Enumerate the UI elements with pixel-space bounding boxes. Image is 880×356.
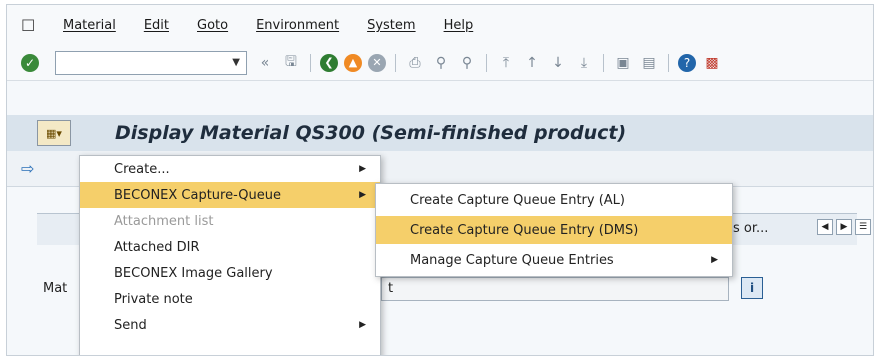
menu-item-label: Create Capture Queue Entry (DMS) <box>410 222 639 238</box>
menu-item-label: BECONEX Image Gallery <box>114 265 273 281</box>
last-page-icon[interactable]: ⤓ <box>574 53 594 73</box>
menu-system[interactable]: System <box>367 18 415 33</box>
menu-item-beconex-image-gallery[interactable]: BECONEX Image Gallery <box>80 260 380 286</box>
capture-queue-submenu: Create Capture Queue Entry (AL) Create C… <box>375 183 733 277</box>
menu-item-beconex-capture-queue[interactable]: BECONEX Capture-Queue ▶ <box>80 182 380 208</box>
tab-navigation: ◀ ▶ ☰ <box>817 219 871 235</box>
tab-scroll-left-icon[interactable]: ◀ <box>817 219 833 235</box>
menu-item-send[interactable]: Send ▶ <box>80 312 380 338</box>
gos-menu-icon[interactable]: ▦▾ <box>37 120 71 146</box>
title-bar: ▦▾ Display Material QS300 (Semi-finished… <box>7 115 873 151</box>
submenu-arrow-icon: ▶ <box>359 190 366 200</box>
command-field[interactable]: ▼ <box>55 50 247 75</box>
tab-scroll-right-icon[interactable]: ▶ <box>836 219 852 235</box>
submenu-item-create-al[interactable]: Create Capture Queue Entry (AL) <box>376 186 732 214</box>
separator <box>603 53 604 72</box>
shortcut-icon[interactable]: ▤ <box>639 53 659 73</box>
help-icon[interactable]: ? <box>678 53 696 72</box>
separator <box>668 53 669 72</box>
menu-item-private-note[interactable]: Private note <box>80 286 380 312</box>
submenu-arrow-icon: ▶ <box>359 164 366 174</box>
tab-list-icon[interactable]: ☰ <box>855 219 871 235</box>
menu-item-create[interactable]: Create... ▶ <box>80 156 380 182</box>
first-page-icon[interactable]: ⤒ <box>496 53 516 73</box>
menu-edit[interactable]: Edit <box>144 18 169 33</box>
find-icon[interactable]: ⚲ <box>431 53 451 73</box>
page-title: Display Material QS300 (Semi-finished pr… <box>115 122 627 144</box>
save-icon[interactable]: 🖫 <box>281 53 301 73</box>
menu-item-label: Create... <box>114 161 170 177</box>
separator <box>395 53 396 72</box>
submenu-item-create-dms[interactable]: Create Capture Queue Entry (DMS) <box>376 216 732 244</box>
command-field-dropdown-icon[interactable]: ▼ <box>232 57 240 68</box>
back-icon[interactable]: ❮ <box>320 53 338 72</box>
next-page-icon[interactable]: ↓ <box>548 53 568 73</box>
menu-item-label: Attachment list <box>114 213 214 229</box>
menu-bar: ☐ Material Edit Goto Environment System … <box>7 5 873 45</box>
gos-context-menu: Create... ▶ BECONEX Capture-Queue ▶ Atta… <box>79 155 381 355</box>
material-label: Mat <box>43 281 68 296</box>
collapse-icon[interactable]: « <box>255 53 275 73</box>
material-description-field[interactable]: t <box>381 277 729 301</box>
next-screen-icon[interactable]: ⇨ <box>21 159 34 178</box>
sap-window: ☐ Material Edit Goto Environment System … <box>6 4 874 356</box>
menu-item-label: Create Capture Queue Entry (AL) <box>410 192 625 208</box>
menu-item-label: Private note <box>114 291 193 307</box>
submenu-arrow-icon: ▶ <box>359 320 366 330</box>
menu-item-label: Manage Capture Queue Entries <box>410 252 614 268</box>
enter-icon[interactable]: ✓ <box>21 53 39 72</box>
find-next-icon[interactable]: ⚲ <box>457 53 477 73</box>
menu-material[interactable]: Material <box>63 18 116 33</box>
separator <box>310 53 311 72</box>
menu-item-attachment-list: Attachment list <box>80 208 380 234</box>
previous-page-icon[interactable]: ↑ <box>522 53 542 73</box>
menu-item-label: BECONEX Capture-Queue <box>114 187 281 203</box>
info-icon[interactable]: i <box>741 277 763 299</box>
menu-item-label: Attached DIR <box>114 239 200 255</box>
tab-partial-label[interactable]: s or... <box>733 221 768 236</box>
menu-help[interactable]: Help <box>444 18 474 33</box>
print-icon[interactable]: ⎙ <box>405 53 425 73</box>
standard-toolbar: ✓ ▼ « 🖫 ❮ ▲ ✕ ⎙ ⚲ ⚲ ⤒ ↑ ↓ ⤓ ▣ ▤ ? ▩ <box>7 45 873 81</box>
submenu-item-manage-entries[interactable]: Manage Capture Queue Entries ▶ <box>376 246 732 274</box>
menu-item-attached-dir[interactable]: Attached DIR <box>80 234 380 260</box>
submenu-arrow-icon: ▶ <box>711 255 718 265</box>
menu-goto[interactable]: Goto <box>197 18 228 33</box>
menu-environment[interactable]: Environment <box>256 18 339 33</box>
system-menu-icon[interactable]: ☐ <box>21 16 43 35</box>
exit-icon[interactable]: ▲ <box>344 53 362 72</box>
menu-item-label: Send <box>114 317 147 333</box>
separator <box>486 53 487 72</box>
layout-menu-icon[interactable]: ▩ <box>702 53 722 73</box>
create-session-icon[interactable]: ▣ <box>613 53 633 73</box>
cancel-icon[interactable]: ✕ <box>368 53 386 72</box>
